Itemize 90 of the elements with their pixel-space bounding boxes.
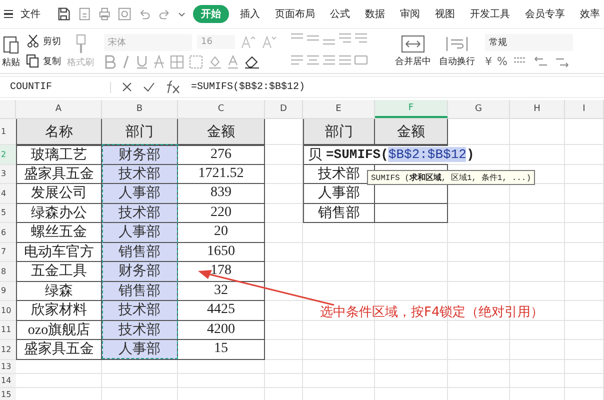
number-format-dropdown[interactable]: 常规 — [485, 34, 573, 50]
row-header[interactable]: 10 — [0, 301, 16, 320]
copy-icon — [26, 54, 40, 68]
italic-icon[interactable] — [121, 54, 131, 68]
ribbon-tab[interactable]: 数据 — [360, 5, 389, 23]
column-header[interactable]: H — [510, 100, 565, 118]
table-cell: 财务部 — [102, 145, 178, 165]
column-title-cell: 名称 — [16, 119, 102, 145]
row-header[interactable]: 11 — [0, 320, 16, 340]
save-icon[interactable] — [57, 7, 71, 21]
undo-icon[interactable] — [138, 7, 152, 21]
ribbon-tab[interactable]: 开发工具 — [466, 5, 514, 23]
row-header[interactable]: 9 — [0, 282, 16, 301]
column-title-cell: 部门 — [303, 119, 375, 145]
decrease-font-icon[interactable] — [261, 35, 277, 49]
row-header[interactable]: 12 — [0, 340, 16, 360]
scissors-icon — [26, 34, 40, 48]
table-cell: 276 — [178, 145, 265, 165]
wrap-text-button[interactable]: 自动换行 — [439, 34, 475, 68]
name-box[interactable]: COUNTIF — [0, 82, 111, 92]
ribbon-tab[interactable]: 插入 — [236, 5, 264, 23]
caret-icon[interactable] — [178, 10, 186, 18]
eraser-icon[interactable] — [244, 54, 260, 68]
row-header[interactable]: 7 — [0, 242, 16, 262]
table-cell: 技术部 — [102, 164, 178, 184]
confirm-icon[interactable] — [143, 81, 155, 93]
table-cell: 财务部 — [102, 262, 178, 282]
ribbon-tab[interactable]: 视图 — [430, 5, 459, 23]
table-cell: 玻璃工艺 — [16, 145, 102, 165]
row-header[interactable]: 3 — [0, 164, 16, 184]
ribbon-tab[interactable]: 公式 — [326, 5, 354, 23]
redo-icon[interactable] — [158, 7, 172, 21]
ribbon-tab[interactable]: 会员专享 — [520, 5, 569, 23]
row-header[interactable]: 15 — [0, 388, 16, 400]
column-header[interactable]: I — [565, 100, 604, 118]
fill-color-icon[interactable] — [208, 54, 222, 68]
table-cell-text: 贝 — [308, 147, 322, 164]
column-header[interactable]: G — [448, 100, 510, 118]
column-header[interactable]: D — [265, 100, 303, 118]
cancel-icon[interactable] — [121, 81, 133, 93]
annotation-text: 选中条件区域，按F4锁定（绝对引用） — [320, 304, 544, 321]
underline-icon[interactable] — [136, 54, 148, 68]
table-cell: 销售部 — [102, 242, 178, 262]
table-cell: 人事部 — [102, 184, 178, 204]
row-header[interactable]: 8 — [0, 262, 16, 282]
function-tooltip: SUMIFS (求和区域, 区域1, 条件1, ...) — [367, 170, 536, 185]
column-header[interactable]: B — [102, 100, 178, 118]
table-cell: 销售部 — [102, 282, 178, 301]
bold-icon[interactable] — [104, 54, 116, 68]
copy-button[interactable]: 复制 — [26, 54, 61, 68]
row-header[interactable]: 13 — [0, 360, 16, 374]
table-cell: 人事部 — [102, 223, 178, 242]
cell-style-icon[interactable] — [189, 54, 203, 68]
table-cell: 技术部 — [102, 320, 178, 340]
print-icon[interactable] — [98, 7, 111, 21]
menu-icon[interactable] — [4, 10, 14, 18]
column-header[interactable]: A — [16, 100, 102, 118]
ribbon-tab[interactable]: 效率 — [576, 5, 604, 23]
strikethrough-icon[interactable] — [153, 54, 165, 68]
column-header[interactable]: C — [178, 100, 265, 118]
brush-icon — [74, 34, 88, 54]
decimal-increase-icon[interactable] — [533, 54, 550, 68]
formula-input[interactable]: =SUMIFS($B$2:$B$12) — [191, 82, 306, 92]
merge-center-button[interactable]: 合并居中 — [395, 34, 431, 68]
borders-icon[interactable] — [170, 54, 184, 68]
increase-font-icon[interactable] — [240, 35, 256, 49]
ribbon-tab[interactable]: 页面布局 — [270, 5, 319, 23]
table-cell: 技术部 — [102, 301, 178, 320]
export-icon[interactable] — [78, 7, 91, 21]
row-header[interactable]: 4 — [0, 184, 16, 204]
table-cell: 人事部 — [102, 340, 178, 360]
preview-icon[interactable] — [118, 7, 132, 21]
row-header[interactable]: 5 — [0, 204, 16, 223]
file-menu[interactable]: 文件 — [20, 7, 40, 21]
percent-button[interactable]: % — [497, 55, 508, 68]
wrap-text-icon — [445, 34, 469, 52]
paste-button[interactable]: 粘贴 — [2, 34, 20, 68]
ribbon-tab[interactable]: 审阅 — [396, 5, 424, 23]
row-header[interactable]: 14 — [0, 374, 16, 388]
row-header[interactable]: 6 — [0, 223, 16, 242]
column-title-cell: 金额 — [178, 119, 265, 145]
column-title-cell: 部门 — [102, 119, 178, 145]
table-cell: 技术部 — [102, 204, 178, 223]
cut-button[interactable]: 剪切 — [26, 34, 61, 48]
function-icon[interactable] — [165, 80, 181, 94]
currency-button[interactable]: ¥ — [485, 55, 492, 68]
merge-icon — [401, 34, 425, 52]
font-color-icon[interactable] — [227, 54, 239, 68]
column-title-cell: 金额 — [375, 119, 448, 145]
row-header[interactable]: 1 — [0, 119, 16, 145]
